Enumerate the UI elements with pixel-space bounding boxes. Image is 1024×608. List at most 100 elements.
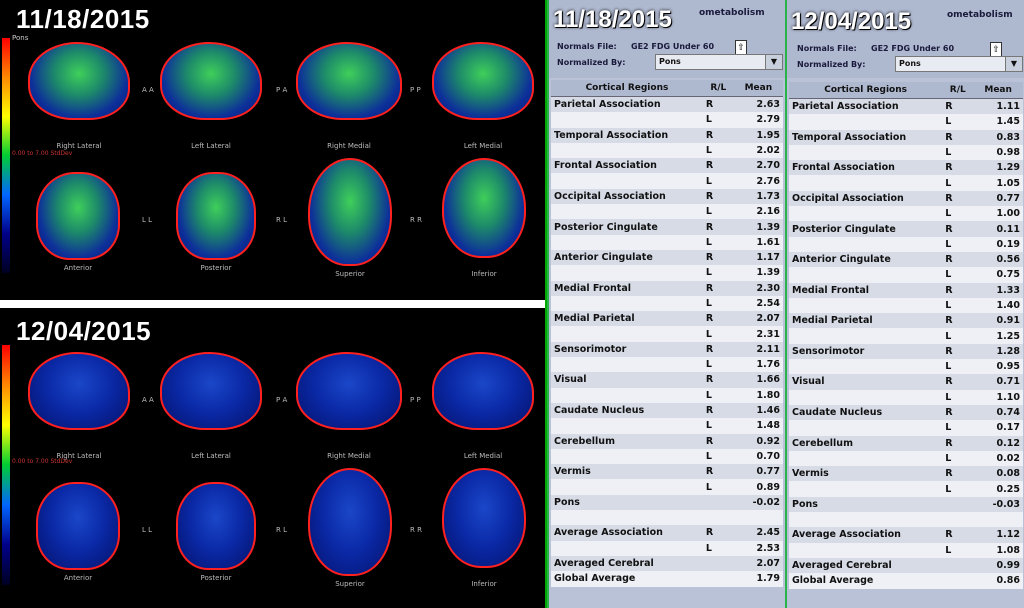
table-row: Global Average 1.79 bbox=[551, 571, 783, 587]
table-row: L 0.25 bbox=[789, 481, 1023, 497]
mean-value: 1.05 bbox=[973, 175, 1023, 191]
orientation-label: A A bbox=[142, 396, 154, 404]
normals-label-right: Normals File: bbox=[797, 44, 857, 53]
region-name: Averaged Cerebral bbox=[551, 555, 703, 572]
table-row: Cerebellum R 0.12 bbox=[789, 435, 1023, 451]
mean-value: 1.10 bbox=[973, 389, 1023, 405]
partial-title-left: ometabolism bbox=[699, 8, 765, 18]
mean-value: 0.75 bbox=[973, 267, 1023, 283]
mean-value: 0.95 bbox=[973, 359, 1023, 375]
region-name: Vermis bbox=[789, 466, 943, 482]
side-value bbox=[702, 494, 734, 511]
region-name: Frontal Association bbox=[551, 158, 703, 174]
side-value: L bbox=[942, 206, 974, 222]
chevron-down-icon[interactable]: ▼ bbox=[1005, 57, 1022, 71]
orientation-label: R L bbox=[276, 216, 287, 224]
side-value bbox=[942, 573, 974, 589]
mean-value: 0.99 bbox=[973, 557, 1023, 574]
partial-title-right: ometabolism bbox=[947, 10, 1013, 20]
side-value: L bbox=[942, 328, 974, 344]
region-name: Visual bbox=[789, 374, 943, 390]
region-name: Parietal Association bbox=[789, 98, 943, 115]
side-value: R bbox=[702, 402, 734, 419]
pet-scan-images: 11/18/2015 12/04/2015 Pons 0.00 to 7.00 … bbox=[0, 0, 545, 608]
mean-value: 0.08 bbox=[973, 466, 1023, 482]
mean-value: 1.25 bbox=[973, 328, 1023, 344]
table-row: L 2.31 bbox=[551, 326, 783, 342]
side-value: R bbox=[942, 160, 974, 176]
side-value: L bbox=[702, 142, 734, 159]
region-name bbox=[789, 236, 943, 252]
mean-value: 0.71 bbox=[973, 374, 1023, 390]
mean-value: 1.61 bbox=[733, 234, 783, 250]
region-name bbox=[789, 206, 943, 222]
region-name: Global Average bbox=[789, 573, 943, 589]
column-header: Cortical Regions bbox=[551, 80, 703, 97]
mean-value: 1.79 bbox=[733, 571, 783, 587]
table-row: Parietal Association R 1.11 bbox=[789, 98, 1023, 115]
chevron-down-icon[interactable]: ▼ bbox=[765, 55, 782, 69]
orientation-label: P A bbox=[276, 86, 288, 94]
table-row: L 1.80 bbox=[551, 387, 783, 403]
mean-value: 0.12 bbox=[973, 435, 1023, 451]
brain-view-right-medial bbox=[296, 352, 402, 430]
region-name bbox=[551, 448, 703, 465]
mean-value: 1.40 bbox=[973, 297, 1023, 314]
side-value: R bbox=[702, 433, 734, 449]
mean-value: 2.16 bbox=[733, 204, 783, 220]
normalized-select-right[interactable]: Pons ▼ bbox=[895, 56, 1023, 72]
view-label: Left Medial bbox=[463, 142, 503, 150]
mean-value: 1.76 bbox=[733, 357, 783, 373]
brain-view-right-medial bbox=[296, 42, 402, 120]
region-name bbox=[551, 387, 703, 403]
view-label: Anterior bbox=[63, 574, 93, 582]
table-row: L 1.76 bbox=[551, 357, 783, 373]
normals-label-left: Normals File: bbox=[557, 42, 617, 51]
mean-value: 2.70 bbox=[733, 158, 783, 174]
view-label: Right Medial bbox=[327, 452, 371, 460]
brain-view-superior bbox=[308, 158, 392, 266]
view-label: Inferior bbox=[471, 580, 497, 588]
table-row: Occipital Association R 1.73 bbox=[551, 188, 783, 205]
region-name: Medial Parietal bbox=[789, 313, 943, 329]
mean-value: 0.17 bbox=[973, 420, 1023, 436]
table-row: Visual R 0.71 bbox=[789, 374, 1023, 390]
side-value: L bbox=[942, 542, 974, 558]
view-label: Anterior bbox=[63, 264, 93, 272]
side-value: L bbox=[942, 450, 974, 467]
region-name bbox=[551, 142, 703, 159]
region-table-left: Cortical Regions R/L Mean Parietal Associat… bbox=[551, 80, 783, 587]
region-name: Parietal Association bbox=[551, 96, 703, 113]
view-label: Left Medial bbox=[463, 452, 503, 460]
table-row: Medial Frontal R 1.33 bbox=[789, 282, 1023, 298]
brain-view-posterior bbox=[176, 172, 256, 260]
orientation-label: P A bbox=[276, 396, 288, 404]
brain-view-left-medial bbox=[432, 352, 534, 430]
side-value bbox=[942, 496, 974, 513]
region-name: Caudate Nucleus bbox=[789, 404, 943, 421]
normalized-select-left[interactable]: Pons ▼ bbox=[655, 54, 783, 70]
table-row: Anterior Cingulate R 0.56 bbox=[789, 251, 1023, 268]
mean-value: 2.31 bbox=[733, 326, 783, 342]
table-row: L 1.45 bbox=[789, 114, 1023, 130]
table-row: L 2.54 bbox=[551, 295, 783, 312]
view-label: Right Medial bbox=[327, 142, 371, 150]
region-table-right: Cortical Regions R/L Mean Parietal Associat… bbox=[789, 82, 1023, 589]
table-row: L 1.40 bbox=[789, 297, 1023, 314]
scan-divider bbox=[0, 300, 545, 308]
side-value: L bbox=[702, 295, 734, 312]
table-row: Posterior Cingulate R 0.11 bbox=[789, 221, 1023, 237]
region-name bbox=[789, 297, 943, 314]
side-value: L bbox=[942, 175, 974, 191]
region-name bbox=[551, 173, 703, 189]
side-value bbox=[702, 555, 734, 572]
side-value: R bbox=[702, 464, 734, 480]
table-row: L 2.76 bbox=[551, 173, 783, 189]
mean-value: 1.33 bbox=[973, 282, 1023, 298]
table-row: L 1.08 bbox=[789, 542, 1023, 558]
mean-value: 0.91 bbox=[973, 313, 1023, 329]
table-row: L 2.02 bbox=[551, 142, 783, 159]
side-value: L bbox=[942, 114, 974, 130]
region-name: Vermis bbox=[551, 464, 703, 480]
mean-value: 2.02 bbox=[733, 142, 783, 159]
